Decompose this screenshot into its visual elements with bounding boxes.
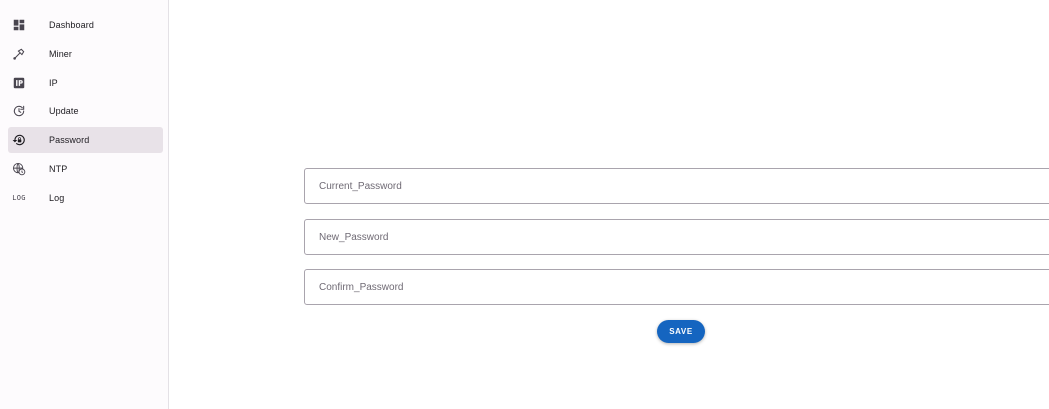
password-form: SAVE [170,0,1049,409]
confirm-password-field [304,269,1049,305]
dashboard-icon [12,18,26,32]
confirm-password-input[interactable] [305,270,1049,304]
sidebar: Dashboard Miner IP Update Password NTP L… [0,0,169,409]
sidebar-item-label: IP [49,77,58,88]
app-window: Dashboard Miner IP Update Password NTP L… [0,0,1049,409]
sidebar-item-label: Miner [49,48,73,59]
sidebar-item-log[interactable]: LOG Log [8,185,163,211]
save-button[interactable]: SAVE [657,320,705,343]
log-icon: LOG [12,191,26,205]
pickaxe-icon [12,47,26,61]
log-icon-text: LOG [12,193,26,202]
current-password-field [304,168,1049,204]
sidebar-item-label: Log [49,192,65,203]
ip-icon [12,76,26,90]
sidebar-item-ntp[interactable]: NTP [8,156,163,182]
sidebar-nav: Dashboard Miner IP Update Password NTP L… [8,12,163,214]
sidebar-item-password[interactable]: Password [8,127,163,154]
sidebar-item-ip[interactable]: IP [8,70,163,96]
sidebar-item-label: Update [49,106,79,117]
new-password-input[interactable] [305,220,1049,254]
sidebar-item-miner[interactable]: Miner [8,41,163,67]
update-icon [12,104,26,118]
globe-clock-icon [12,162,26,176]
sidebar-item-update[interactable]: Update [8,98,163,124]
lock-reset-icon [12,133,26,147]
sidebar-item-label: NTP [49,163,68,174]
sidebar-item-label: Dashboard [49,20,94,30]
new-password-field [304,219,1049,255]
current-password-input[interactable] [305,169,1049,203]
sidebar-item-label: Password [49,135,90,146]
sidebar-item-dashboard[interactable]: Dashboard [8,12,163,38]
